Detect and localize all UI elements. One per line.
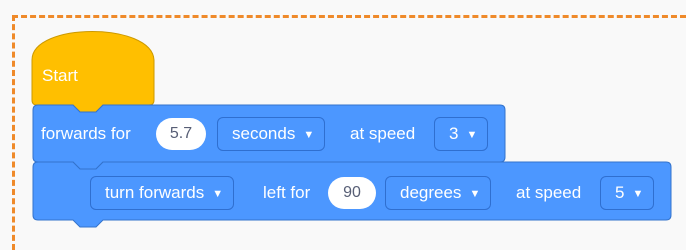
- seconds-dropdown-label: seconds: [232, 124, 296, 143]
- degrees-dropdown[interactable]: degrees ▼: [385, 176, 492, 210]
- turn-direction-label: turn forwards: [105, 183, 205, 202]
- forwards-for-text: forwards for: [41, 124, 131, 143]
- seconds-dropdown[interactable]: seconds ▼: [217, 117, 326, 151]
- script-workspace[interactable]: Start forwards for 5.7 seconds ▼ at speed…: [0, 0, 686, 250]
- speed-dropdown-2-label: 5: [615, 183, 625, 202]
- at-speed-text-1: at speed: [350, 124, 416, 143]
- degrees-dropdown-label: degrees: [400, 183, 462, 202]
- duration-input[interactable]: 5.7: [156, 118, 206, 150]
- speed-dropdown-2[interactable]: 5 ▼: [600, 176, 655, 210]
- speed-dropdown-1-label: 3: [449, 124, 459, 143]
- speed-dropdown-1[interactable]: 3 ▼: [434, 117, 489, 151]
- caret-down-icon: ▼: [469, 188, 481, 200]
- caret-down-icon: ▼: [632, 188, 644, 200]
- left-for-text: left for: [263, 183, 311, 202]
- caret-down-icon: ▼: [303, 129, 315, 141]
- angle-input[interactable]: 90: [328, 177, 376, 209]
- caret-down-icon: ▼: [212, 188, 224, 200]
- caret-down-icon: ▼: [466, 129, 478, 141]
- at-speed-text-2: at speed: [516, 183, 582, 202]
- start-label: Start: [42, 66, 78, 85]
- turn-direction-dropdown[interactable]: turn forwards ▼: [90, 176, 235, 210]
